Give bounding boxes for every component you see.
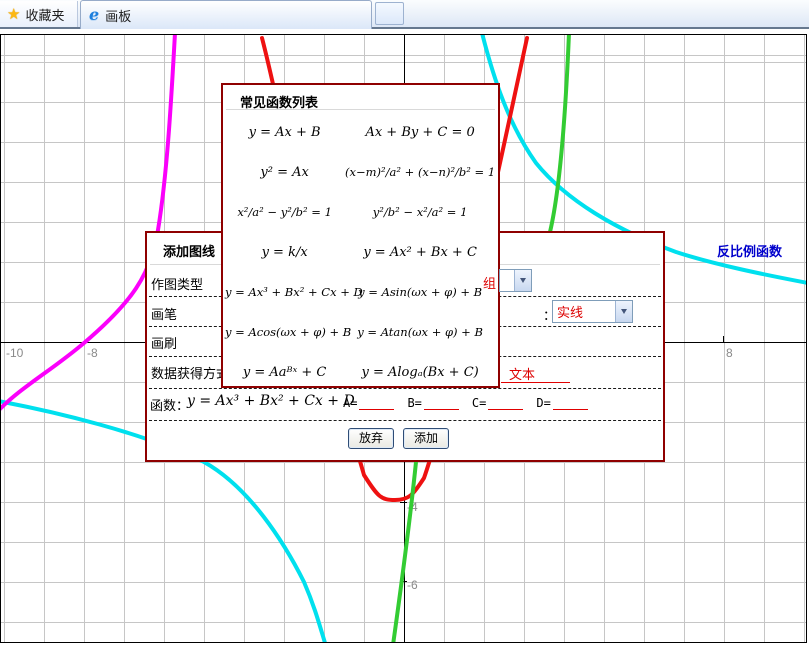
formula-row: y² = Ax (x−m)²/a² + (x−n)²/b² = 1 — [225, 152, 496, 192]
favorites-button[interactable]: ★ 收藏夹 — [0, 1, 78, 27]
data-source-text-link[interactable]: 文本 — [509, 364, 535, 383]
formula-table: y = Ax + B Ax + By + C = 0 y² = Ax (x−m)… — [225, 112, 496, 392]
param-a-label: A= — [343, 396, 357, 410]
brush-label: 画刷 — [151, 333, 177, 352]
formula[interactable]: y = Atan(ωx + φ) + B — [344, 325, 496, 339]
parameter-inputs: A= B= C= D= — [343, 396, 601, 410]
chevron-down-icon — [520, 278, 526, 283]
formula[interactable]: y = Ax² + Bx + C — [344, 245, 496, 260]
favorites-label: 收藏夹 — [25, 5, 64, 24]
tab-title: 画板 — [105, 6, 131, 25]
param-b: B= — [407, 396, 458, 410]
formula[interactable]: y = Asin(ωx + φ) + B — [344, 285, 496, 299]
formula[interactable]: y = Ax³ + Bx² + Cx + D — [225, 285, 344, 299]
tab-drawing-board[interactable]: e 画板 — [80, 0, 372, 29]
param-a: A= — [343, 396, 394, 410]
param-c: C= — [472, 396, 523, 410]
function-list-dialog: 常见函数列表 y = Ax + B Ax + By + C = 0 y² = A… — [221, 83, 500, 388]
chevron-down-icon — [621, 309, 627, 314]
param-d-label: D= — [536, 396, 550, 410]
formula[interactable]: y²/b² − x²/a² = 1 — [344, 205, 496, 219]
formula[interactable]: x²/a² − y²/b² = 1 — [225, 205, 344, 219]
formula-row: y = Ax³ + Bx² + Cx + D y = Asin(ωx + φ) … — [225, 272, 496, 312]
param-b-label: B= — [407, 396, 421, 410]
formula[interactable]: y = Aaᴮˣ + C — [225, 365, 344, 380]
plot-type-label: 作图类型 — [151, 274, 203, 293]
data-source-label: 数据获得方式 — [151, 363, 231, 382]
ie-icon: e — [89, 7, 99, 23]
pen-style-value: 实线 — [553, 302, 583, 321]
dropdown-button[interactable] — [514, 270, 531, 291]
param-d-input[interactable] — [553, 396, 588, 410]
add-dialog-title: 添加图线 — [163, 241, 215, 260]
param-a-input[interactable] — [359, 396, 394, 410]
formula-row: x²/a² − y²/b² = 1 y²/b² − x²/a² = 1 — [225, 192, 496, 232]
title-separator — [226, 109, 495, 110]
pen-label: 画笔 — [151, 304, 177, 323]
plot-type-dropdown[interactable] — [499, 269, 532, 292]
formula[interactable]: y = Acos(ωx + φ) + B — [225, 325, 344, 339]
function-label: 函数： — [150, 395, 189, 414]
param-b-input[interactable] — [424, 396, 459, 410]
formula[interactable]: y² = Ax — [225, 165, 344, 180]
browser-tab-bar: ★ 收藏夹 e 画板 — [0, 0, 809, 29]
formula-row: y = k/x y = Ax² + Bx + C — [225, 232, 496, 272]
param-c-label: C= — [472, 396, 486, 410]
dropdown-button[interactable] — [615, 301, 632, 322]
formula[interactable]: Ax + By + C = 0 — [344, 125, 496, 140]
param-c-input[interactable] — [488, 396, 523, 410]
formula-row: y = Aaᴮˣ + C y = Alogₐ(Bx + C) — [225, 352, 496, 392]
add-button[interactable]: 添加 — [403, 428, 449, 449]
function-formula: y = Ax³ + Bx² + Cx + D — [187, 393, 355, 409]
row-divider — [149, 420, 661, 421]
param-d: D= — [536, 396, 587, 410]
new-tab-button[interactable] — [375, 2, 404, 25]
text-link-underline — [501, 382, 570, 383]
curve-annotation-label: 反比例函数 — [717, 241, 782, 260]
formula[interactable]: y = k/x — [225, 245, 344, 260]
formula[interactable]: y = Ax + B — [225, 125, 344, 140]
formula[interactable]: (x−m)²/a² + (x−n)²/b² = 1 — [344, 165, 496, 179]
pen-style-dropdown[interactable]: 实线 — [552, 300, 633, 323]
cancel-button[interactable]: 放弃 — [348, 428, 394, 449]
formula-row: y = Ax + B Ax + By + C = 0 — [225, 112, 496, 152]
app-window: ★ 收藏夹 e 画板 -10 -8 8 -4 -6 反比例函数 添加图线 — [0, 0, 809, 653]
favorites-star-icon: ★ — [7, 7, 20, 22]
plot-type-value-fragment: 组 — [483, 273, 496, 292]
formula-row: y = Acos(ωx + φ) + B y = Atan(ωx + φ) + … — [225, 312, 496, 352]
formula[interactable]: y = Alogₐ(Bx + C) — [344, 365, 496, 380]
